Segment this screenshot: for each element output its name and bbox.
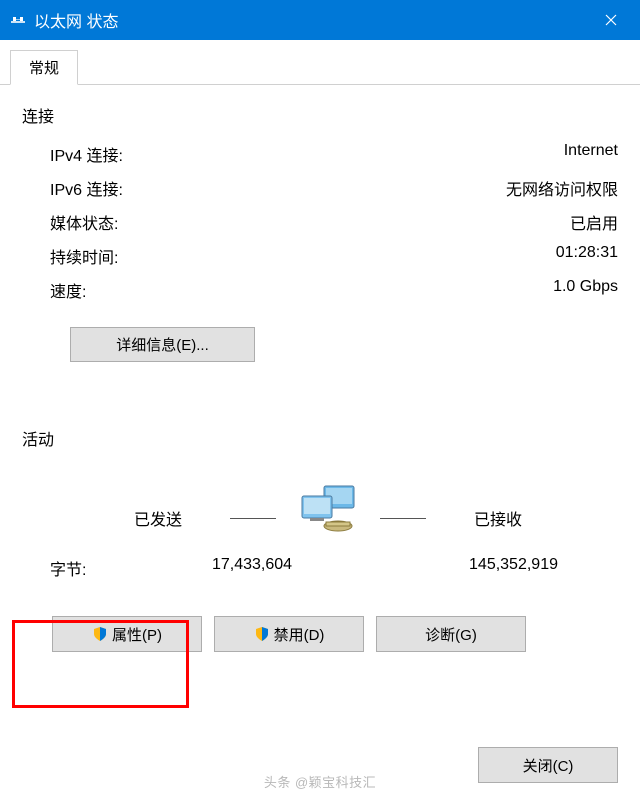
properties-button[interactable]: 属性(P) xyxy=(52,616,202,652)
row-media: 媒体状态: 已启用 xyxy=(22,205,618,239)
ipv6-value: 无网络访问权限 xyxy=(438,176,618,200)
watermark-text: 头条 @颖宝科技汇 xyxy=(264,772,376,791)
tab-strip: 常规 xyxy=(0,40,640,85)
ethernet-icon xyxy=(10,12,26,28)
duration-value: 01:28:31 xyxy=(438,244,618,268)
activity-section-label: 活动 xyxy=(22,426,618,450)
divider-left xyxy=(230,518,276,519)
titlebar: 以太网 状态 xyxy=(0,0,640,40)
received-label: 已接收 xyxy=(438,506,558,530)
bytes-received-value: 145,352,919 xyxy=(354,556,558,580)
row-duration: 持续时间: 01:28:31 xyxy=(22,239,618,273)
close-dialog-button[interactable]: 关闭(C) xyxy=(478,747,618,783)
details-button[interactable]: 详细信息(E)... xyxy=(70,327,255,362)
close-button[interactable] xyxy=(582,0,640,40)
diagnose-button[interactable]: 诊断(G) xyxy=(376,616,526,652)
ipv4-value: Internet xyxy=(438,142,618,166)
network-computers-icon xyxy=(288,478,368,538)
ipv4-label: IPv4 连接: xyxy=(50,142,438,166)
content-area: 连接 IPv4 连接: Internet IPv6 连接: 无网络访问权限 媒体… xyxy=(0,85,640,652)
row-speed: 速度: 1.0 Gbps xyxy=(22,273,618,307)
row-ipv4: IPv4 连接: Internet xyxy=(22,137,618,171)
speed-value: 1.0 Gbps xyxy=(438,278,618,302)
media-label: 媒体状态: xyxy=(50,210,438,234)
properties-button-label: 属性(P) xyxy=(112,624,162,645)
sent-label: 已发送 xyxy=(98,506,218,530)
divider-right xyxy=(380,518,426,519)
ipv6-label: IPv6 连接: xyxy=(50,176,438,200)
footer-button-row: 关闭(C) xyxy=(478,747,618,783)
action-button-row: 属性(P) 禁用(D) 诊断(G) xyxy=(22,580,618,652)
activity-header: 已发送 已接收 xyxy=(22,460,618,538)
duration-label: 持续时间: xyxy=(50,244,438,268)
media-value: 已启用 xyxy=(438,210,618,234)
close-icon xyxy=(605,14,617,26)
shield-icon xyxy=(92,626,108,642)
bytes-label: 字节: xyxy=(50,556,150,580)
window-title: 以太网 状态 xyxy=(34,8,582,32)
bytes-row: 字节: 17,433,604 145,352,919 xyxy=(22,538,618,580)
speed-label: 速度: xyxy=(50,278,438,302)
row-ipv6: IPv6 连接: 无网络访问权限 xyxy=(22,171,618,205)
disable-button[interactable]: 禁用(D) xyxy=(214,616,364,652)
bytes-sent-value: 17,433,604 xyxy=(150,556,354,580)
disable-button-label: 禁用(D) xyxy=(274,624,325,645)
shield-icon xyxy=(254,626,270,642)
diagnose-button-label: 诊断(G) xyxy=(425,624,477,645)
tab-general[interactable]: 常规 xyxy=(10,50,78,85)
connection-section-label: 连接 xyxy=(22,103,618,127)
